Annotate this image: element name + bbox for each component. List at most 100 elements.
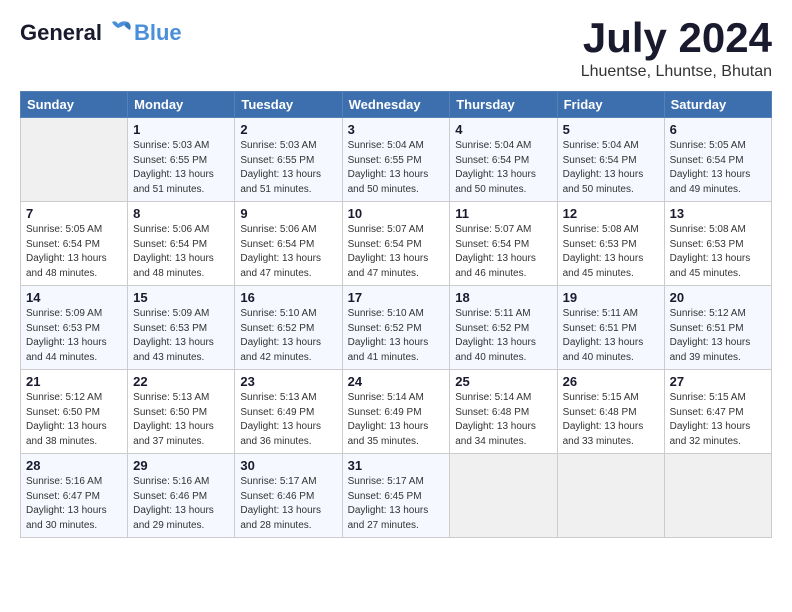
logo-general: General — [20, 20, 102, 45]
day-info: Sunrise: 5:12 AM Sunset: 6:50 PM Dayligh… — [26, 391, 122, 449]
day-info: Sunrise: 5:17 AM Sunset: 6:45 PM Dayligh… — [348, 475, 445, 533]
table-row: 16 Sunrise: 5:10 AM Sunset: 6:52 PM Dayli… — [235, 286, 342, 370]
day-info: Sunrise: 5:13 AM Sunset: 6:50 PM Dayligh… — [133, 391, 229, 449]
day-number: 12 — [563, 206, 659, 221]
table-row: 30 Sunrise: 5:17 AM Sunset: 6:46 PM Dayli… — [235, 454, 342, 538]
day-number: 13 — [670, 206, 766, 221]
day-number: 30 — [240, 458, 336, 473]
day-info: Sunrise: 5:16 AM Sunset: 6:46 PM Dayligh… — [133, 475, 229, 533]
day-info: Sunrise: 5:08 AM Sunset: 6:53 PM Dayligh… — [563, 223, 659, 281]
day-info: Sunrise: 5:07 AM Sunset: 6:54 PM Dayligh… — [348, 223, 445, 281]
day-info: Sunrise: 5:16 AM Sunset: 6:47 PM Dayligh… — [26, 475, 122, 533]
day-number: 10 — [348, 206, 445, 221]
day-number: 18 — [455, 290, 551, 305]
table-row: 19 Sunrise: 5:11 AM Sunset: 6:51 PM Dayli… — [557, 286, 664, 370]
month-year-title: July 2024 — [581, 15, 772, 61]
day-info: Sunrise: 5:10 AM Sunset: 6:52 PM Dayligh… — [240, 307, 336, 365]
day-info: Sunrise: 5:06 AM Sunset: 6:54 PM Dayligh… — [133, 223, 229, 281]
table-row: 27 Sunrise: 5:15 AM Sunset: 6:47 PM Dayli… — [664, 370, 771, 454]
table-row: 13 Sunrise: 5:08 AM Sunset: 6:53 PM Dayli… — [664, 202, 771, 286]
day-number: 23 — [240, 374, 336, 389]
table-row: 29 Sunrise: 5:16 AM Sunset: 6:46 PM Dayli… — [128, 454, 235, 538]
day-info: Sunrise: 5:13 AM Sunset: 6:49 PM Dayligh… — [240, 391, 336, 449]
header-wednesday: Wednesday — [342, 92, 450, 118]
table-row: 14 Sunrise: 5:09 AM Sunset: 6:53 PM Dayli… — [21, 286, 128, 370]
day-info: Sunrise: 5:08 AM Sunset: 6:53 PM Dayligh… — [670, 223, 766, 281]
day-info: Sunrise: 5:14 AM Sunset: 6:49 PM Dayligh… — [348, 391, 445, 449]
calendar-week-row: 14 Sunrise: 5:09 AM Sunset: 6:53 PM Dayli… — [21, 286, 772, 370]
table-row: 20 Sunrise: 5:12 AM Sunset: 6:51 PM Dayli… — [664, 286, 771, 370]
day-info: Sunrise: 5:17 AM Sunset: 6:46 PM Dayligh… — [240, 475, 336, 533]
day-number: 28 — [26, 458, 122, 473]
day-number: 15 — [133, 290, 229, 305]
page-container: General Blue July 2024 Lhuentse, Lhuntse… — [0, 0, 792, 548]
day-info: Sunrise: 5:05 AM Sunset: 6:54 PM Dayligh… — [26, 223, 122, 281]
table-row: 28 Sunrise: 5:16 AM Sunset: 6:47 PM Dayli… — [21, 454, 128, 538]
table-row: 8 Sunrise: 5:06 AM Sunset: 6:54 PM Daylig… — [128, 202, 235, 286]
table-row: 2 Sunrise: 5:03 AM Sunset: 6:55 PM Daylig… — [235, 118, 342, 202]
title-section: July 2024 Lhuentse, Lhuntse, Bhutan — [581, 15, 772, 81]
day-number: 16 — [240, 290, 336, 305]
day-number: 25 — [455, 374, 551, 389]
day-number: 17 — [348, 290, 445, 305]
logo-bird-icon — [104, 20, 132, 42]
table-row: 15 Sunrise: 5:09 AM Sunset: 6:53 PM Dayli… — [128, 286, 235, 370]
table-row — [21, 118, 128, 202]
day-info: Sunrise: 5:12 AM Sunset: 6:51 PM Dayligh… — [670, 307, 766, 365]
day-info: Sunrise: 5:03 AM Sunset: 6:55 PM Dayligh… — [133, 139, 229, 197]
day-info: Sunrise: 5:09 AM Sunset: 6:53 PM Dayligh… — [133, 307, 229, 365]
table-row: 7Sunrise: 5:05 AM Sunset: 6:54 PM Daylig… — [21, 202, 128, 286]
day-number: 24 — [348, 374, 445, 389]
table-row: 31Sunrise: 5:17 AM Sunset: 6:45 PM Dayli… — [342, 454, 450, 538]
calendar-week-row: 7Sunrise: 5:05 AM Sunset: 6:54 PM Daylig… — [21, 202, 772, 286]
logo-blue: Blue — [134, 20, 182, 46]
day-number: 27 — [670, 374, 766, 389]
day-number: 9 — [240, 206, 336, 221]
day-info: Sunrise: 5:06 AM Sunset: 6:54 PM Dayligh… — [240, 223, 336, 281]
day-number: 26 — [563, 374, 659, 389]
day-info: Sunrise: 5:03 AM Sunset: 6:55 PM Dayligh… — [240, 139, 336, 197]
table-row: 17 Sunrise: 5:10 AM Sunset: 6:52 PM Dayli… — [342, 286, 450, 370]
day-info: Sunrise: 5:10 AM Sunset: 6:52 PM Dayligh… — [348, 307, 445, 365]
day-number: 11 — [455, 206, 551, 221]
table-row: 24 Sunrise: 5:14 AM Sunset: 6:49 PM Dayli… — [342, 370, 450, 454]
table-row: 3Sunrise: 5:04 AM Sunset: 6:55 PM Daylig… — [342, 118, 450, 202]
table-row: 25 Sunrise: 5:14 AM Sunset: 6:48 PM Dayli… — [450, 370, 557, 454]
header: General Blue July 2024 Lhuentse, Lhuntse… — [20, 15, 772, 81]
day-number: 22 — [133, 374, 229, 389]
day-number: 21 — [26, 374, 122, 389]
table-row — [664, 454, 771, 538]
day-number: 19 — [563, 290, 659, 305]
day-number: 1 — [133, 122, 229, 137]
day-info: Sunrise: 5:11 AM Sunset: 6:52 PM Dayligh… — [455, 307, 551, 365]
day-info: Sunrise: 5:09 AM Sunset: 6:53 PM Dayligh… — [26, 307, 122, 365]
day-number: 5 — [563, 122, 659, 137]
day-info: Sunrise: 5:05 AM Sunset: 6:54 PM Dayligh… — [670, 139, 766, 197]
day-info: Sunrise: 5:11 AM Sunset: 6:51 PM Dayligh… — [563, 307, 659, 365]
calendar-week-row: 28 Sunrise: 5:16 AM Sunset: 6:47 PM Dayli… — [21, 454, 772, 538]
table-row — [450, 454, 557, 538]
day-info: Sunrise: 5:04 AM Sunset: 6:54 PM Dayligh… — [455, 139, 551, 197]
table-row: 1 Sunrise: 5:03 AM Sunset: 6:55 PM Daylig… — [128, 118, 235, 202]
day-number: 2 — [240, 122, 336, 137]
day-number: 6 — [670, 122, 766, 137]
day-info: Sunrise: 5:07 AM Sunset: 6:54 PM Dayligh… — [455, 223, 551, 281]
day-number: 14 — [26, 290, 122, 305]
header-friday: Friday — [557, 92, 664, 118]
day-number: 29 — [133, 458, 229, 473]
header-sunday: Sunday — [21, 92, 128, 118]
day-number: 20 — [670, 290, 766, 305]
table-row: 26Sunrise: 5:15 AM Sunset: 6:48 PM Dayli… — [557, 370, 664, 454]
table-row: 22 Sunrise: 5:13 AM Sunset: 6:50 PM Dayli… — [128, 370, 235, 454]
header-saturday: Saturday — [664, 92, 771, 118]
day-number: 8 — [133, 206, 229, 221]
header-thursday: Thursday — [450, 92, 557, 118]
calendar-week-row: 1 Sunrise: 5:03 AM Sunset: 6:55 PM Daylig… — [21, 118, 772, 202]
day-info: Sunrise: 5:14 AM Sunset: 6:48 PM Dayligh… — [455, 391, 551, 449]
table-row: 10 Sunrise: 5:07 AM Sunset: 6:54 PM Dayli… — [342, 202, 450, 286]
day-info: Sunrise: 5:15 AM Sunset: 6:47 PM Dayligh… — [670, 391, 766, 449]
header-monday: Monday — [128, 92, 235, 118]
day-info: Sunrise: 5:04 AM Sunset: 6:55 PM Dayligh… — [348, 139, 445, 197]
calendar-table: Sunday Monday Tuesday Wednesday Thursday… — [20, 91, 772, 538]
header-tuesday: Tuesday — [235, 92, 342, 118]
